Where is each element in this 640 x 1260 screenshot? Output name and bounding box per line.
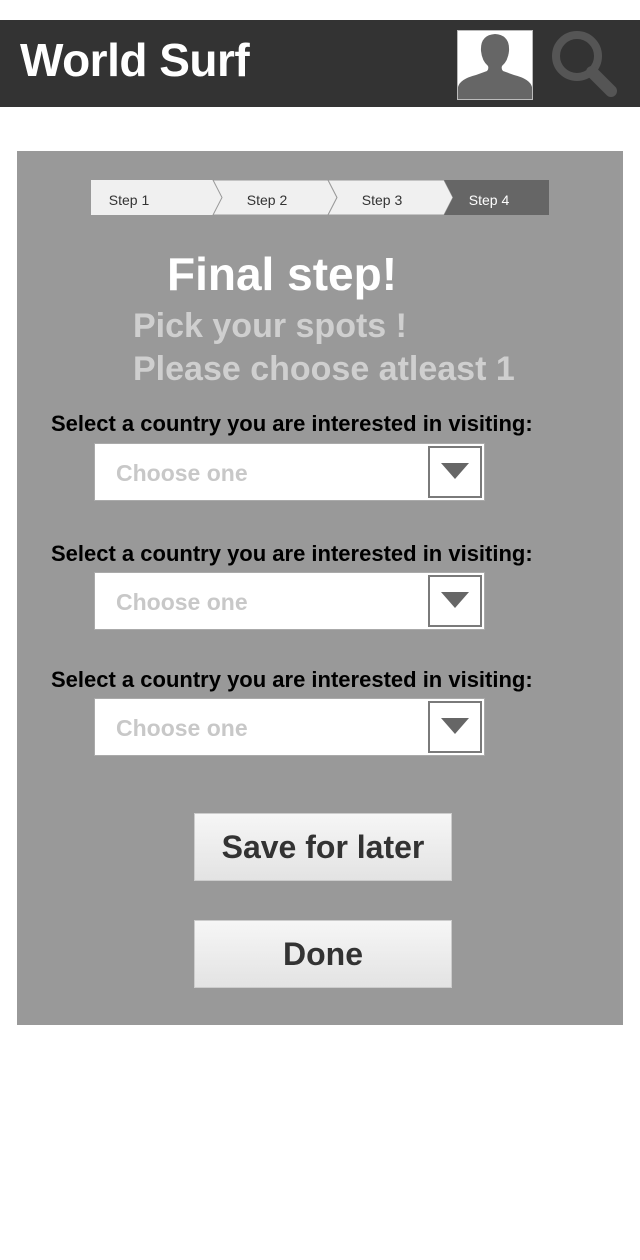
step-3: Step 3: [361, 192, 403, 208]
country-select-1[interactable]: Choose one: [94, 443, 485, 501]
user-avatar-icon[interactable]: [457, 30, 533, 100]
country-select-1-label: Select a country you are interested in v…: [51, 411, 533, 436]
instruction-text: Please choose atleast 1: [133, 350, 515, 388]
chevron-down-icon[interactable]: [428, 575, 482, 627]
subtitle: Pick your spots !: [133, 307, 407, 345]
step-1: Step 1: [108, 192, 150, 208]
country-select-3[interactable]: Choose one: [94, 698, 485, 756]
app-title: World Surf: [20, 34, 250, 86]
step-4-current: Step 4: [468, 192, 510, 208]
done-button[interactable]: Done: [194, 920, 452, 988]
step-progress: Step 1 Step 2 Step 3 Step 4: [91, 180, 549, 215]
country-select-3-label: Select a country you are interested in v…: [51, 667, 533, 692]
country-select-2-label: Select a country you are interested in v…: [51, 541, 533, 566]
country-select-2[interactable]: Choose one: [94, 572, 485, 630]
save-for-later-button[interactable]: Save for later: [194, 813, 452, 881]
country-select-3-value: Choose one: [116, 715, 248, 741]
top-app-bar: World Surf: [0, 20, 640, 107]
wizard-panel: Step 1 Step 2 Step 3 Step 4 Final step! …: [17, 151, 623, 1025]
page-title: Final step!: [166, 248, 398, 300]
chevron-down-icon[interactable]: [428, 446, 482, 498]
country-select-2-value: Choose one: [116, 589, 248, 615]
country-select-1-value: Choose one: [116, 460, 248, 486]
search-icon[interactable]: [549, 28, 619, 100]
step-2: Step 2: [246, 192, 288, 208]
chevron-down-icon[interactable]: [428, 701, 482, 753]
